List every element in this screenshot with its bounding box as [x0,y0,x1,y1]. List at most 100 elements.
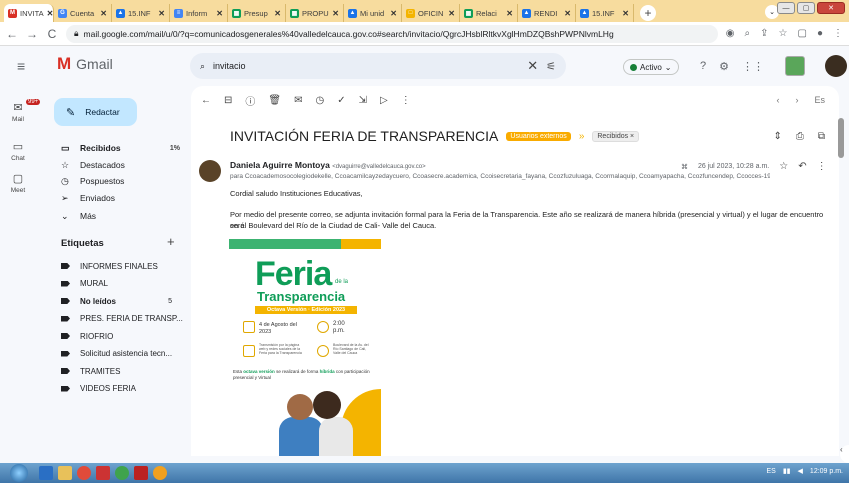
more-icon[interactable]: ⋮ [817,161,827,172]
star-icon[interactable]: ☆ [779,161,788,172]
tab-close-icon[interactable]: ✕ [158,9,165,18]
sidepanel-icon[interactable]: ▢ [798,28,807,39]
profile-icon[interactable]: ● [817,28,823,39]
add-label-icon[interactable]: + [167,234,175,249]
tab-close-icon[interactable]: ✕ [216,9,223,18]
scrollbar-thumb[interactable] [838,118,844,158]
tab-close-icon[interactable]: ✕ [332,9,339,18]
move-to-icon[interactable]: ⇲ [359,95,367,106]
delete-icon[interactable]: 🗑︎ [268,95,281,106]
maximize-icon[interactable]: ▢ [797,2,815,14]
help-icon[interactable]: ? [700,60,706,73]
tab-close-icon[interactable]: ✕ [448,9,455,18]
back-icon[interactable]: ← [6,27,18,41]
forward-icon[interactable]: → [26,27,38,41]
snooze-icon[interactable]: ◷ [315,95,324,106]
browser-tab[interactable]: ▦ PROPU ✕ [286,4,344,22]
browser-tab[interactable]: ▦ Relaci ✕ [460,4,518,22]
clock-time[interactable]: 12:09 p.m. [810,468,843,475]
sender-avatar[interactable] [199,160,221,182]
chrome-alt-icon[interactable] [115,466,129,480]
ie-icon[interactable] [39,466,53,480]
rail-chat[interactable]: ▭ Chat [0,140,36,162]
main-menu-icon[interactable]: ≡ [17,58,25,74]
account-avatar[interactable] [825,55,847,77]
browser-tab[interactable]: M INVITA ✕ [4,4,54,22]
add-task-icon[interactable]: ✓ [337,95,345,106]
tab-close-icon[interactable]: ✕ [274,9,281,18]
rail-meet[interactable]: ▢ Meet [0,172,36,194]
share-icon[interactable]: ⇪ [760,28,768,39]
browser-tab[interactable]: G Cuenta ✕ [54,4,112,22]
browser-tab[interactable]: ▲ RENDI ✕ [518,4,576,22]
language-indicator[interactable]: ES [766,468,775,475]
importance-icon[interactable]: » [579,131,585,142]
recipients-line[interactable]: para Ccoacademosocolegiodekelle, Ccoacam… [230,172,770,180]
tab-close-icon[interactable]: ✕ [390,9,397,18]
search-options-icon[interactable]: ⚟ [546,60,556,73]
next-email-icon[interactable]: › [795,95,798,105]
nav-item[interactable]: ◷ Pospuestos [54,173,184,189]
report-spam-icon[interactable]: ⓘ [245,93,255,108]
chrome-icon[interactable] [77,466,91,480]
compose-button[interactable]: ✎ Redactar [54,98,137,126]
browser-tab[interactable]: □ OFICIN ✕ [402,4,460,22]
print-icon[interactable]: ⎙ [796,131,804,142]
label-item[interactable]: VIDEOS FERIA [54,381,184,397]
label-item[interactable]: Solicitud asistencia tecn... [54,346,184,362]
eye-icon[interactable]: ◉ [726,28,735,39]
settings-gear-icon[interactable]: ⚙ [719,60,729,73]
input-tools-button[interactable]: Es [814,95,825,105]
close-icon[interactable]: ✕ [817,2,845,14]
label-chip-inbox[interactable]: Recibidos × [592,130,640,142]
back-arrow-icon[interactable]: ← [201,95,211,106]
minimize-icon[interactable]: — [777,2,795,14]
start-button[interactable] [10,464,28,482]
reply-icon[interactable]: ↶ [798,161,806,172]
search-bar[interactable]: ⌕ invitacio ✕ ⚟ [190,53,566,79]
label-item[interactable]: PRES. FERIA DE TRANSP... [54,311,184,327]
nav-item[interactable]: ➢ Enviados [54,190,184,206]
search-input[interactable]: invitacio [213,61,246,71]
apps-grid-icon[interactable]: ⋮⋮ [742,60,764,73]
organization-logo[interactable] [785,56,805,76]
tab-close-icon[interactable]: ✕ [622,9,629,18]
kebab-menu-icon[interactable]: ⋮ [833,28,843,39]
open-new-window-icon[interactable]: ⧉ [818,131,825,142]
browser-tab[interactable]: ≡ Inform ✕ [170,4,228,22]
label-item[interactable]: No leídos 5 [54,293,184,309]
label-item[interactable]: TRAMITES [54,363,184,379]
clear-search-icon[interactable]: ✕ [527,58,538,74]
mark-unread-icon[interactable]: ✉ [294,95,302,106]
tab-close-icon[interactable]: ✕ [564,9,571,18]
bookmark-star-icon[interactable]: ☆ [779,28,788,39]
volume-icon[interactable]: ◀ [798,467,803,475]
nav-item[interactable]: ☆ Destacados [54,157,184,173]
app-red-icon[interactable] [96,466,110,480]
browser-tab[interactable]: ▲ Mi unid ✕ [344,4,402,22]
new-tab-button[interactable]: + [640,5,656,21]
tab-close-icon[interactable]: ✕ [100,9,107,18]
tab-close-icon[interactable]: ✕ [506,9,513,18]
side-panel-toggle[interactable]: ‹ [840,445,849,463]
search-icon[interactable]: ⌕ [200,61,205,72]
pdf-icon[interactable] [134,466,148,480]
sender-name[interactable]: Daniela Aguirre Montoya [230,160,330,170]
more-actions-icon[interactable]: ⋮ [401,95,411,106]
tab-close-icon[interactable]: ✕ [47,9,53,18]
nav-item[interactable]: ▭ Recibidos 1% [54,140,184,156]
reload-icon[interactable]: C [46,27,58,41]
expand-collapse-icon[interactable]: ⇕ [773,131,781,142]
archive-icon[interactable]: ⊟ [224,95,232,106]
nav-item[interactable]: ⌄ Más [54,208,184,224]
label-icon[interactable]: ▷ [380,95,388,106]
label-chip-external[interactable]: Usuarios externos [506,131,571,141]
zoom-icon[interactable]: ⌕ [745,28,751,39]
label-item[interactable]: RIOFRIO [54,328,184,344]
invitation-poster-image[interactable]: Feria de la Transparencia Octava Versión… [229,239,381,456]
network-icon[interactable]: ▮▮ [783,467,791,475]
status-selector[interactable]: Activo ⌄ [623,59,679,75]
label-item[interactable]: INFORMES FINALES [54,258,184,274]
chrome-2-icon[interactable] [153,466,167,480]
browser-tab[interactable]: ▦ Presup ✕ [228,4,286,22]
